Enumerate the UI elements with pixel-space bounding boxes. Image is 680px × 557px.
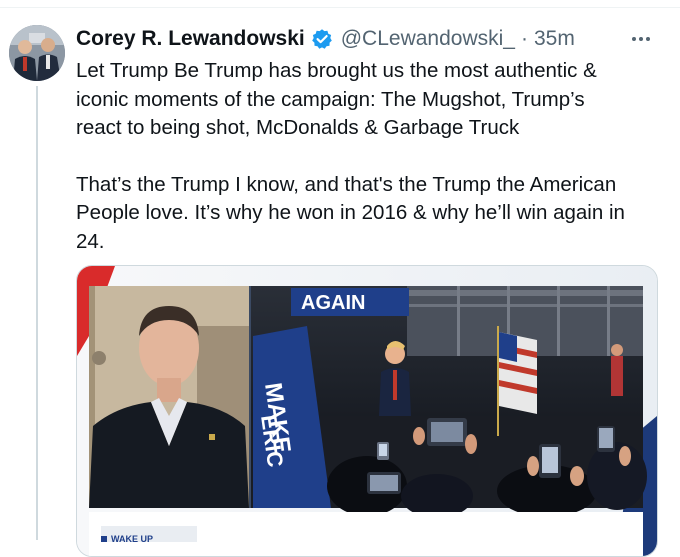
avatar-photo (9, 25, 65, 81)
author-handle[interactable]: @CLewandowski_ (341, 27, 515, 51)
author-name[interactable]: Corey R. Lewandowski (76, 27, 305, 51)
ticker-text: WAKE UP (111, 534, 153, 544)
tweet-paragraph-2: That’s the Trump I know, and that's the … (76, 172, 625, 253)
thread-connector-line (36, 86, 38, 540)
tweet-media-video[interactable]: AGAIN MAKE ERIC WAKE UP (76, 265, 658, 557)
tweet-body: Let Trump Be Trump has brought us the mo… (76, 57, 666, 256)
tweet-paragraph-1: Let Trump Be Trump has brought us the mo… (76, 59, 597, 139)
separator-dot: · (520, 27, 528, 50)
more-options-icon[interactable] (626, 28, 656, 50)
banner-text: AGAIN (301, 292, 365, 314)
tweet-timestamp[interactable]: 35m (534, 27, 575, 51)
video-frame: AGAIN MAKE ERIC WAKE UP (77, 266, 657, 556)
author-avatar[interactable] (9, 25, 65, 81)
timeline-divider (0, 0, 680, 8)
verified-badge-icon (311, 29, 332, 49)
tweet-header: Corey R. Lewandowski @CLewandowski_ · 35… (76, 24, 575, 54)
